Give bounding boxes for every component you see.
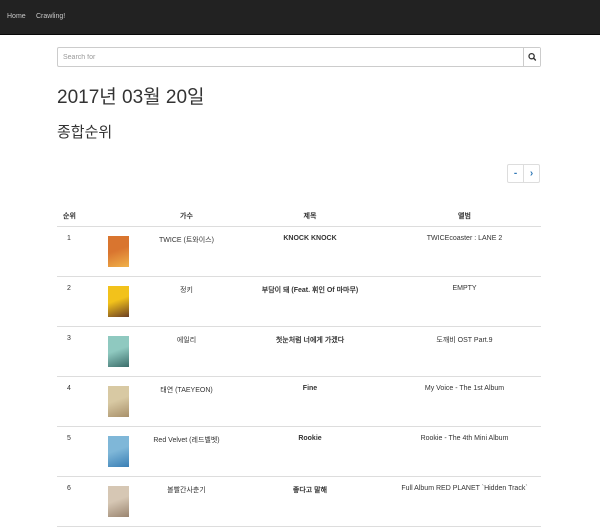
artist-cell: 에일리 (141, 326, 232, 377)
header-title: 제목 (232, 205, 388, 227)
artist-cell: 볼빨간사춘기 (141, 476, 232, 527)
artist-cell: 정키 (141, 276, 232, 327)
header-artist: 가수 (141, 205, 232, 227)
rank-cell: 6 (57, 476, 96, 527)
album-cell: EMPTY (388, 276, 541, 327)
title-cell: Fine (232, 376, 388, 427)
search-input[interactable] (58, 48, 524, 66)
album-cell: 도깨비 OST Part.9 (388, 326, 541, 377)
cover-cell (96, 376, 141, 427)
table-row: 6 볼빨간사춘기 좋다고 말해 Full Album RED PLANET `H… (57, 476, 541, 527)
album-cell: Full Album RED PLANET `Hidden Track` (388, 476, 541, 527)
cover-cell (96, 326, 141, 377)
page-subtitle: 종합순위 (57, 124, 113, 141)
navbar: Home Crawling! (0, 0, 600, 35)
next-page-button[interactable]: › (523, 164, 540, 183)
album-cover-image[interactable] (108, 486, 129, 517)
search-button[interactable] (523, 48, 540, 66)
cover-cell (96, 476, 141, 527)
nav-home-link[interactable]: Home (7, 0, 26, 34)
rank-cell: 2 (57, 276, 96, 327)
header-rank: 순위 (57, 205, 96, 227)
search-icon (528, 52, 537, 61)
rank-cell: 4 (57, 376, 96, 427)
table-row: 1 TWICE (트와이스) KNOCK KNOCK TWICEcoaster … (57, 226, 541, 277)
rank-cell: 3 (57, 326, 96, 377)
nav-crawling-link[interactable]: Crawling! (36, 0, 65, 34)
cover-cell (96, 226, 141, 277)
album-cover-image[interactable] (108, 386, 129, 417)
cover-cell (96, 276, 141, 327)
title-cell: 첫눈처럼 너에게 가겠다 (232, 326, 388, 377)
album-cover-image[interactable] (108, 436, 129, 467)
search-bar (57, 47, 541, 67)
title-cell: KNOCK KNOCK (232, 226, 388, 277)
artist-cell: TWICE (트와이스) (141, 226, 232, 277)
header-album: 앨범 (388, 205, 541, 227)
cover-cell (96, 426, 141, 477)
prev-page-button[interactable]: - (507, 164, 524, 183)
title-cell: 부담이 돼 (Feat. 휘인 Of 마마무) (232, 276, 388, 327)
album-cell: TWICEcoaster : LANE 2 (388, 226, 541, 277)
album-cell: Rookie - The 4th Mini Album (388, 426, 541, 477)
page-title: 2017년 03월 20일 (57, 87, 205, 108)
table-header-row: 순위 가수 제목 앨범 (57, 205, 541, 227)
table-row: 2 정키 부담이 돼 (Feat. 휘인 Of 마마무) EMPTY (57, 276, 541, 327)
album-cover-image[interactable] (108, 336, 129, 367)
title-cell: Rookie (232, 426, 388, 477)
rank-cell: 5 (57, 426, 96, 477)
ranking-table: 순위 가수 제목 앨범 1 TWICE (트와이스) KNOCK KNOCK T… (57, 205, 541, 527)
header-cover (96, 205, 141, 227)
artist-cell: 태연 (TAEYEON) (141, 376, 232, 427)
table-row: 3 에일리 첫눈처럼 너에게 가겠다 도깨비 OST Part.9 (57, 326, 541, 377)
album-cell: My Voice - The 1st Album (388, 376, 541, 427)
album-cover-image[interactable] (108, 236, 129, 267)
title-cell: 좋다고 말해 (232, 476, 388, 527)
table-row: 4 태연 (TAEYEON) Fine My Voice - The 1st A… (57, 376, 541, 427)
artist-cell: Red Velvet (레드벨벳) (141, 426, 232, 477)
rank-cell: 1 (57, 226, 96, 277)
table-row: 5 Red Velvet (레드벨벳) Rookie Rookie - The … (57, 426, 541, 477)
album-cover-image[interactable] (108, 286, 129, 317)
